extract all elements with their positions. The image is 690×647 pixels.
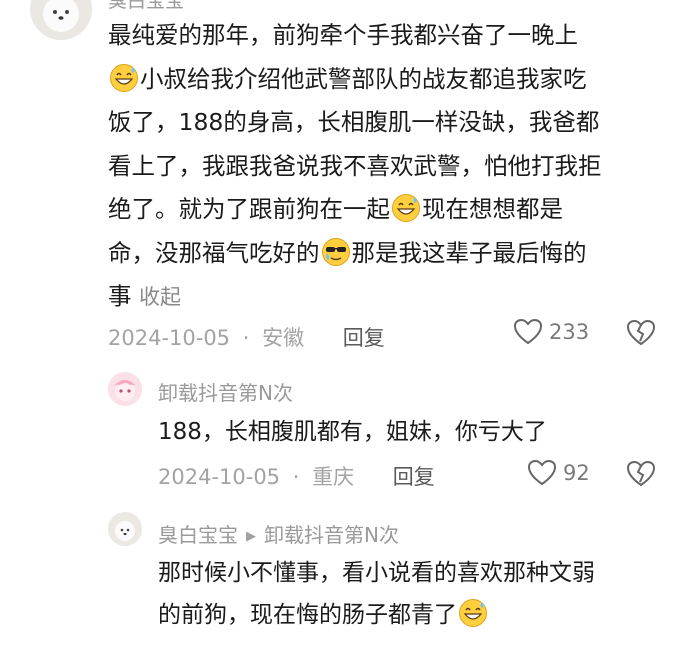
reply2-text: 那时候小不懂事，看小说看的喜欢那种文弱 的前狗，现在悔的肠子都青了 <box>158 552 595 636</box>
reply2-line-2: 的前狗，现在悔的肠子都青了 <box>158 602 457 628</box>
comment-meta: 2024-10-05 · 安徽 回复 <box>108 322 385 352</box>
comment-reply-button[interactable]: 回复 <box>343 326 385 350</box>
comment-author-name[interactable]: 臭白宝宝 <box>108 0 184 13</box>
reply1-like-button[interactable]: 92 <box>527 459 590 487</box>
reply2-author-avatar[interactable] <box>108 512 142 546</box>
comment-line-7: 事 <box>108 282 132 310</box>
comment-line-3: 饭了，188的身高，长相腹肌一样没缺，我爸都 <box>108 108 600 136</box>
grinning-sweat-emoji-icon <box>110 63 138 92</box>
dog-avatar-icon <box>108 512 142 546</box>
reply1-location: 重庆 <box>312 465 355 489</box>
triangle-right-icon: ▶ <box>246 529 256 544</box>
comment-body: 最纯爱的那年，前狗牵个手我都兴奋了一晚上 小叔给我介绍他武警部队的战友都追我家吃… <box>108 14 678 320</box>
comment-date: 2024-10-05 <box>108 326 231 350</box>
reply2-author-name[interactable]: 臭白宝宝 <box>158 523 238 547</box>
reply2-reply-to-name[interactable]: 卸载抖音第N次 <box>264 523 399 547</box>
reply2-line-1: 那时候小不懂事，看小说看的喜欢那种文弱 <box>158 560 595 586</box>
reply1-reply-button[interactable]: 回复 <box>393 465 435 489</box>
meta-separator: · <box>292 465 300 489</box>
comment-line-6b: 那是我这辈子最后悔的 <box>351 238 587 267</box>
heart-icon <box>513 318 543 345</box>
comment-dislike-button[interactable] <box>626 319 656 351</box>
reply1-like-count: 92 <box>563 461 590 485</box>
comment-line-6a: 命，没那福气吃好的 <box>108 238 320 267</box>
comment-line-5b: 现在想想都是 <box>422 195 563 223</box>
comment-line-5a: 绝了。就为了跟前狗在一起 <box>108 195 390 223</box>
reply2-header: 臭白宝宝 ▶ 卸载抖音第N次 <box>158 519 399 548</box>
reply1-date: 2024-10-05 <box>158 465 281 489</box>
sunglasses-tear-emoji-icon <box>321 237 350 266</box>
reply1-meta: 2024-10-05 · 重庆 回复 <box>158 461 435 491</box>
anime-girl-avatar-icon <box>108 372 142 406</box>
broken-heart-icon <box>626 460 656 487</box>
comment-line-2: 小叔给我介绍他武警部队的战友都追我家吃 <box>140 64 587 93</box>
reply1-text: 188，长相腹肌都有，姐妹，你亏大了 <box>158 419 547 445</box>
comment-like-button[interactable]: 233 <box>513 318 589 346</box>
grinning-sweat-emoji-icon <box>392 194 420 222</box>
meta-separator: · <box>242 326 250 350</box>
comment-author-avatar[interactable] <box>30 0 92 40</box>
comment-line-1: 最纯爱的那年，前狗牵个手我都兴奋了一晚上 <box>108 21 578 49</box>
grinning-sweat-emoji-icon <box>459 599 487 627</box>
heart-icon <box>527 459 557 486</box>
comment-like-count: 233 <box>549 320 590 344</box>
comment-line-4: 看上了，我跟我爸说我不喜欢武警，怕他打我拒 <box>108 151 602 180</box>
comment-location: 安徽 <box>262 326 305 350</box>
reply1-author-avatar[interactable] <box>108 372 142 406</box>
dog-avatar-icon <box>30 0 92 40</box>
reply1-author-name[interactable]: 卸载抖音第N次 <box>158 377 293 406</box>
reply1-dislike-button[interactable] <box>626 460 656 492</box>
broken-heart-icon <box>626 319 656 346</box>
collapse-button[interactable]: 收起 <box>139 285 181 309</box>
